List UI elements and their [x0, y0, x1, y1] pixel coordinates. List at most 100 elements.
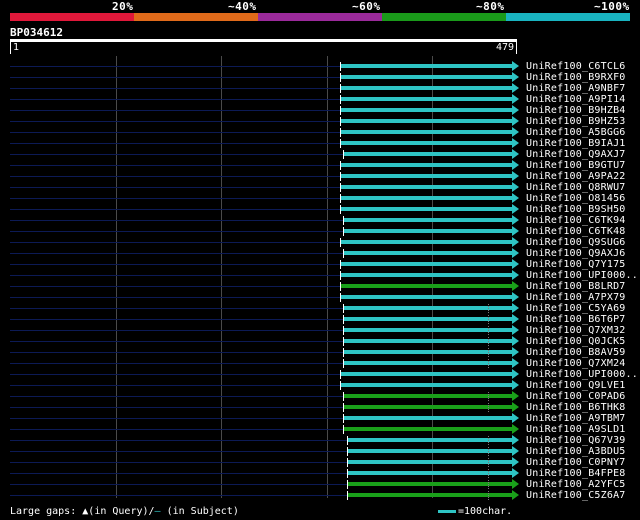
hit-row[interactable]: UniRef100_B9IAJ1: [0, 138, 640, 149]
aligned-segment[interactable]: [341, 119, 512, 123]
hit-row[interactable]: UniRef100_A3BDU5: [0, 446, 640, 457]
hit-row[interactable]: UniRef100_C6TCL6: [0, 61, 640, 72]
hit-row[interactable]: UniRef100_B8AV59: [0, 347, 640, 358]
aligned-segment[interactable]: [344, 328, 512, 332]
aligned-segment[interactable]: [344, 339, 512, 343]
aligned-segment[interactable]: [344, 405, 512, 409]
hit-row[interactable]: UniRef100_A9PA22: [0, 171, 640, 182]
hit-name-link[interactable]: UniRef100_A9SLD1: [526, 424, 626, 435]
aligned-segment[interactable]: [341, 284, 512, 288]
hit-row[interactable]: UniRef100_O81456: [0, 193, 640, 204]
aligned-segment[interactable]: [341, 108, 512, 112]
hit-name-link[interactable]: UniRef100_B4FPE8: [526, 468, 626, 479]
hit-row[interactable]: UniRef100_C5Z6A7: [0, 490, 640, 501]
aligned-segment[interactable]: [344, 416, 512, 420]
hit-name-link[interactable]: UniRef100_B9SH50: [526, 204, 626, 215]
hit-name-link[interactable]: UniRef100_B6T6P7: [526, 314, 626, 325]
hit-row[interactable]: UniRef100_A9SLD1: [0, 424, 640, 435]
aligned-segment[interactable]: [341, 295, 512, 299]
hit-name-link[interactable]: UniRef100_Q7Y175: [526, 259, 626, 270]
hit-name-link[interactable]: UniRef100_C6TK94: [526, 215, 626, 226]
hit-row[interactable]: UniRef100_B6THK8: [0, 402, 640, 413]
hit-row[interactable]: UniRef100_Q0JCK5: [0, 336, 640, 347]
aligned-segment[interactable]: [341, 196, 512, 200]
aligned-segment[interactable]: [341, 372, 512, 376]
hit-row[interactable]: UniRef100_B8LRD7: [0, 281, 640, 292]
hit-name-link[interactable]: UniRef100_C0PNY7: [526, 457, 626, 468]
hit-row[interactable]: UniRef100_Q67V39: [0, 435, 640, 446]
hit-name-link[interactable]: UniRef100_Q67V39: [526, 435, 626, 446]
hit-name-link[interactable]: UniRef100_B6THK8: [526, 402, 626, 413]
hit-name-link[interactable]: UniRef100_C6TK48: [526, 226, 626, 237]
hit-row[interactable]: UniRef100_Q9AXJ7: [0, 149, 640, 160]
hit-row[interactable]: UniRef100_C0PNY7: [0, 457, 640, 468]
aligned-segment[interactable]: [341, 97, 512, 101]
aligned-segment[interactable]: [341, 130, 512, 134]
aligned-segment[interactable]: [341, 86, 512, 90]
hit-name-link[interactable]: UniRef100_C6TCL6: [526, 61, 626, 72]
hit-name-link[interactable]: UniRef100_Q9LVE1: [526, 380, 626, 391]
hit-name-link[interactable]: UniRef100_C5YA69: [526, 303, 626, 314]
aligned-segment[interactable]: [344, 317, 512, 321]
hit-name-link[interactable]: UniRef100_B9HZ53: [526, 116, 626, 127]
hit-name-link[interactable]: UniRef100_Q8RWU7: [526, 182, 626, 193]
hit-row[interactable]: UniRef100_Q7Y175: [0, 259, 640, 270]
hit-row[interactable]: UniRef100_Q8RWU7: [0, 182, 640, 193]
aligned-segment[interactable]: [341, 207, 512, 211]
hit-row[interactable]: UniRef100_Q7XM32: [0, 325, 640, 336]
hit-row[interactable]: UniRef100_A9NBF7: [0, 83, 640, 94]
hit-row[interactable]: UniRef100_B9HZ53: [0, 116, 640, 127]
hit-name-link[interactable]: UniRef100_Q9AXJ6: [526, 248, 626, 259]
hit-name-link[interactable]: UniRef100_A5BGG6: [526, 127, 626, 138]
hit-row[interactable]: UniRef100_A9PI14: [0, 94, 640, 105]
aligned-segment[interactable]: [344, 229, 512, 233]
hit-name-link[interactable]: UniRef100_B9HZB4: [526, 105, 626, 116]
hit-row[interactable]: UniRef100_C6TK94: [0, 215, 640, 226]
aligned-segment[interactable]: [341, 273, 512, 277]
hit-name-link[interactable]: UniRef100_B8LRD7: [526, 281, 626, 292]
hit-row[interactable]: UniRef100_UPI000..: [0, 369, 640, 380]
aligned-segment[interactable]: [341, 383, 512, 387]
hit-name-link[interactable]: UniRef100_UPI000..: [526, 270, 638, 281]
hit-row[interactable]: UniRef100_UPI000..: [0, 270, 640, 281]
aligned-segment[interactable]: [344, 427, 512, 431]
hit-name-link[interactable]: UniRef100_UPI000..: [526, 369, 638, 380]
hit-name-link[interactable]: UniRef100_A9TBM7: [526, 413, 626, 424]
hit-name-link[interactable]: UniRef100_A9PI14: [526, 94, 626, 105]
hit-row[interactable]: UniRef100_C5YA69: [0, 303, 640, 314]
hit-name-link[interactable]: UniRef100_Q9SUG6: [526, 237, 626, 248]
hit-name-link[interactable]: UniRef100_C5Z6A7: [526, 490, 626, 501]
aligned-segment[interactable]: [344, 350, 512, 354]
hit-row[interactable]: UniRef100_A2YFC5: [0, 479, 640, 490]
aligned-segment[interactable]: [341, 64, 512, 68]
aligned-segment[interactable]: [344, 361, 512, 365]
hit-row[interactable]: UniRef100_Q9LVE1: [0, 380, 640, 391]
hit-name-link[interactable]: UniRef100_A7PX79: [526, 292, 626, 303]
hit-name-link[interactable]: UniRef100_Q9AXJ7: [526, 149, 626, 160]
hit-name-link[interactable]: UniRef100_A9PA22: [526, 171, 626, 182]
hit-row[interactable]: UniRef100_B6T6P7: [0, 314, 640, 325]
hit-name-link[interactable]: UniRef100_B9GTU7: [526, 160, 626, 171]
aligned-segment[interactable]: [341, 262, 512, 266]
aligned-segment[interactable]: [344, 394, 512, 398]
hit-name-link[interactable]: UniRef100_C0PAD6: [526, 391, 626, 402]
hit-row[interactable]: UniRef100_Q9SUG6: [0, 237, 640, 248]
hit-row[interactable]: UniRef100_Q7XM24: [0, 358, 640, 369]
aligned-segment[interactable]: [341, 75, 512, 79]
hit-row[interactable]: UniRef100_B9SH50: [0, 204, 640, 215]
hit-row[interactable]: UniRef100_B4FPE8: [0, 468, 640, 479]
hit-row[interactable]: UniRef100_A5BGG6: [0, 127, 640, 138]
hit-row[interactable]: UniRef100_C0PAD6: [0, 391, 640, 402]
aligned-segment[interactable]: [341, 240, 512, 244]
hit-name-link[interactable]: UniRef100_B9RXF0: [526, 72, 626, 83]
aligned-segment[interactable]: [341, 163, 512, 167]
hit-name-link[interactable]: UniRef100_A3BDU5: [526, 446, 626, 457]
aligned-segment[interactable]: [341, 185, 512, 189]
aligned-segment[interactable]: [344, 152, 512, 156]
hit-name-link[interactable]: UniRef100_A2YFC5: [526, 479, 626, 490]
hit-name-link[interactable]: UniRef100_Q7XM32: [526, 325, 626, 336]
hit-row[interactable]: UniRef100_Q9AXJ6: [0, 248, 640, 259]
hit-name-link[interactable]: UniRef100_B9IAJ1: [526, 138, 626, 149]
hit-row[interactable]: UniRef100_A9TBM7: [0, 413, 640, 424]
aligned-segment[interactable]: [341, 141, 512, 145]
